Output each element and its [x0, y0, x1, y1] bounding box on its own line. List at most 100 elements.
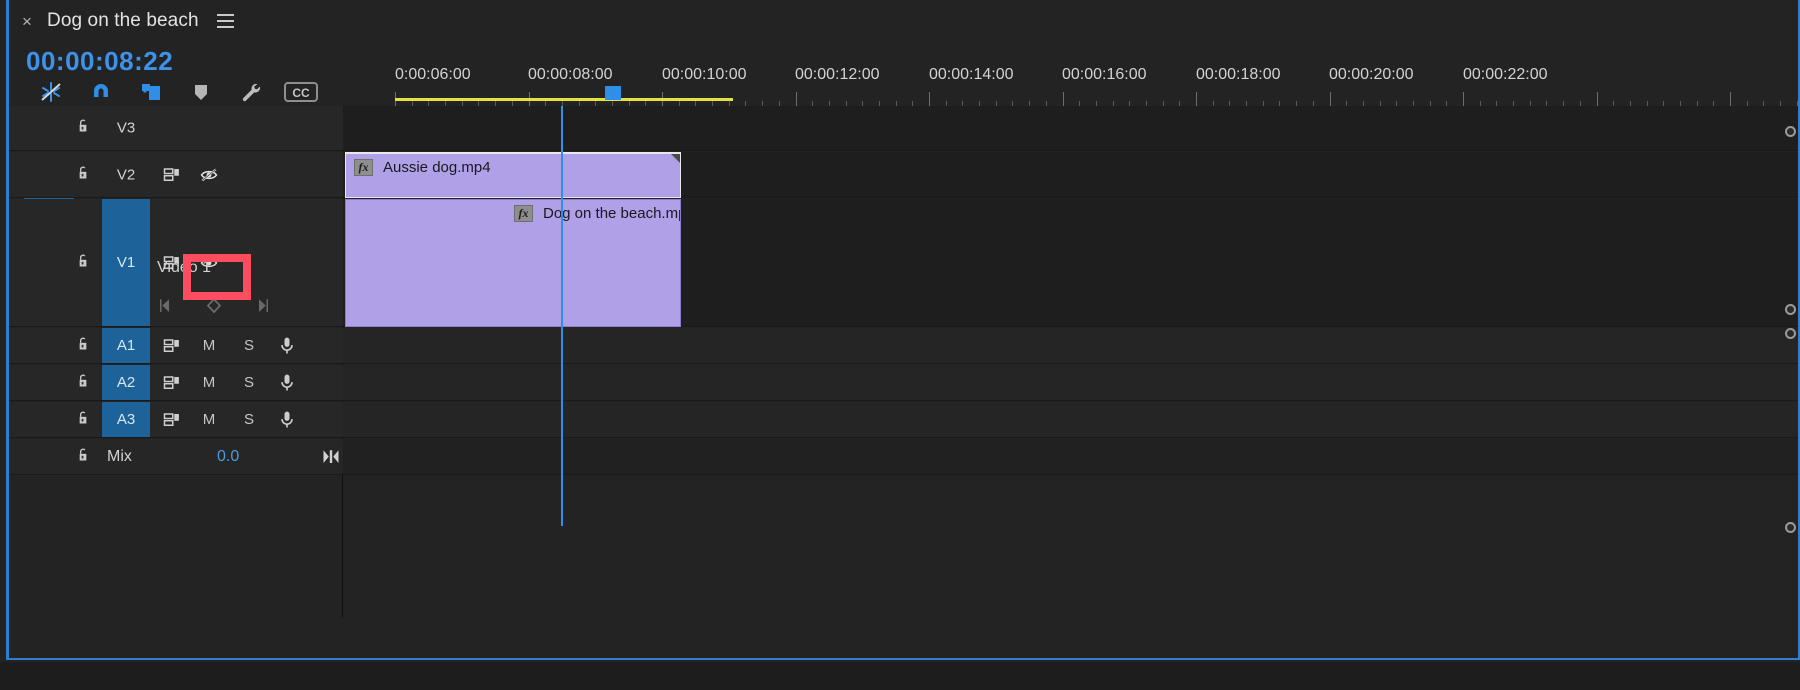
vertical-zoom-knob[interactable] — [1785, 328, 1796, 339]
track-lanes[interactable]: fx Aussie dog.mp4 fx Dog on the beach.mp4 — [343, 106, 1798, 618]
keyframe-navigation — [157, 297, 271, 320]
time-ruler[interactable]: 0:00:06:00 00:00:08:00 00:00:10:00 00:00:12… — [395, 58, 1798, 106]
track-target-toggle-v3[interactable]: V3 — [102, 120, 150, 137]
track-target-icon[interactable] — [159, 164, 185, 186]
solo-track-button[interactable]: S — [237, 410, 261, 430]
mix-track-label: Mix — [107, 447, 132, 465]
ruler-time-label: 00:00:20:00 — [1329, 66, 1414, 83]
fx-badge-icon[interactable]: fx — [354, 158, 373, 176]
panel-tab-bar: × Dog on the beach — [9, 0, 1798, 42]
track-header-a1[interactable]: A1 M S — [9, 328, 343, 364]
track-target-toggle-v1[interactable]: V1 — [102, 199, 150, 326]
unlock-icon[interactable] — [75, 163, 91, 186]
pan-balance-icon — [323, 449, 339, 463]
linked-selection-icon[interactable] — [126, 77, 176, 107]
timeline-clip[interactable]: fx Dog on the beach.mp4 — [345, 199, 681, 327]
mute-track-button[interactable]: M — [197, 373, 221, 393]
track-header-v2[interactable]: V2 — [9, 152, 343, 198]
pan-balance-icon[interactable] — [319, 446, 343, 468]
ruler-tick-major — [1196, 92, 1197, 106]
ruler-tick-major — [1463, 92, 1464, 106]
unlock-icon[interactable] — [75, 408, 91, 431]
previous-keyframe-icon[interactable] — [157, 297, 175, 320]
track-target-toggle-a2[interactable]: A2 — [102, 365, 150, 400]
clip-corner-handle[interactable] — [671, 154, 680, 163]
microphone-icon[interactable] — [275, 334, 299, 358]
ruler-tick-major — [1730, 92, 1731, 106]
track-target-toggle-a3[interactable]: A3 — [102, 402, 150, 437]
vertical-zoom-rail[interactable] — [1784, 106, 1798, 618]
track-header-v3[interactable]: V3 — [9, 106, 343, 151]
track-target-toggle-a1[interactable]: A1 — [102, 328, 150, 363]
unlock-icon[interactable] — [75, 445, 91, 468]
eye-hidden-icon[interactable] — [195, 164, 223, 186]
next-keyframe-icon[interactable] — [253, 297, 271, 320]
track-header-mix[interactable]: Mix 0.0 — [9, 439, 343, 475]
close-icon[interactable]: × — [21, 13, 33, 30]
track-target-icon — [163, 338, 179, 352]
timeline-clip[interactable]: fx Aussie dog.mp4 — [345, 152, 681, 198]
ruler-tick-major — [1062, 92, 1064, 106]
playhead-timecode[interactable]: 00:00:08:22 — [26, 46, 173, 77]
clip-name-label: Aussie dog.mp4 — [383, 158, 491, 176]
timeline-toolbar: CC — [26, 76, 326, 108]
vertical-zoom-knob[interactable] — [1785, 126, 1796, 137]
track-name-label: Video 1 — [157, 259, 211, 276]
microphone-icon[interactable] — [275, 408, 299, 432]
sequence-tab[interactable]: × Dog on the beach — [9, 0, 244, 42]
hamburger-menu-icon[interactable] — [216, 14, 234, 28]
unlock-icon[interactable] — [75, 371, 91, 394]
unlock-icon — [79, 166, 87, 178]
ruler-tick-major — [929, 92, 930, 106]
ruler-time-label: 00:00:16:00 — [1062, 66, 1147, 83]
ruler-time-label: 00:00:22:00 — [1463, 66, 1548, 83]
mute-track-button[interactable]: M — [197, 410, 221, 430]
ruler-time-label: 00:00:10:00 — [662, 66, 747, 83]
track-target-icon — [163, 412, 179, 426]
work-area-bar[interactable] — [395, 98, 733, 101]
clip-name-row: fx Aussie dog.mp4 — [346, 154, 680, 180]
unlock-icon — [79, 337, 87, 349]
premiere-timeline-panel: × Dog on the beach 00:00:08:22 CC 0:00:0… — [0, 0, 1800, 690]
add-keyframe-icon — [206, 297, 222, 314]
ruler-time-label: 00:00:12:00 — [795, 66, 880, 83]
magnet-snap-icon[interactable] — [76, 77, 126, 107]
track-header-v1[interactable]: V1 Video 1 — [9, 199, 343, 327]
playhead-line[interactable] — [561, 106, 563, 526]
unlock-icon[interactable] — [75, 251, 91, 274]
wrench-settings-icon[interactable] — [226, 77, 276, 107]
previous-keyframe-icon — [160, 299, 169, 312]
track-header-a2[interactable]: A2 M S — [9, 365, 343, 401]
microphone-icon — [281, 374, 293, 390]
microphone-icon — [281, 411, 293, 427]
mute-track-button[interactable]: M — [197, 336, 221, 356]
track-target-icon[interactable] — [159, 372, 185, 394]
track-target-icon[interactable] — [159, 335, 185, 357]
closed-captions-icon[interactable]: CC — [276, 77, 326, 107]
track-target-icon[interactable] — [159, 409, 185, 431]
microphone-icon[interactable] — [275, 371, 299, 395]
vertical-zoom-knob[interactable] — [1785, 522, 1796, 533]
ruler-time-label: 00:00:14:00 — [929, 66, 1014, 83]
unlock-icon — [79, 448, 87, 460]
unlock-icon[interactable] — [75, 334, 91, 357]
add-keyframe-icon[interactable] — [205, 297, 223, 320]
unlock-icon — [79, 374, 87, 386]
unlock-icon[interactable] — [75, 117, 91, 140]
playhead-handle[interactable] — [605, 86, 621, 100]
insert-overwrite-icon[interactable] — [26, 77, 76, 107]
marker-icon[interactable] — [176, 77, 226, 107]
vertical-zoom-knob[interactable] — [1785, 304, 1796, 315]
ruler-time-label: 0:00:06:00 — [395, 66, 471, 83]
next-keyframe-icon — [259, 299, 268, 312]
track-target-toggle-v2[interactable]: V2 — [102, 166, 150, 183]
tab-title: Dog on the beach — [47, 10, 199, 31]
mix-level-value[interactable]: 0.0 — [217, 448, 239, 466]
ruler-time-label: 00:00:08:00 — [528, 66, 613, 83]
track-header-column: V3 V2 V1 Video 1 A1 M S A2 M S A3 M S Mix 0.0 — [9, 106, 343, 618]
solo-track-button[interactable]: S — [237, 373, 261, 393]
solo-track-button[interactable]: S — [237, 336, 261, 356]
microphone-icon — [281, 337, 293, 353]
fx-badge-icon[interactable]: fx — [514, 204, 533, 222]
track-header-a3[interactable]: A3 M S — [9, 402, 343, 438]
